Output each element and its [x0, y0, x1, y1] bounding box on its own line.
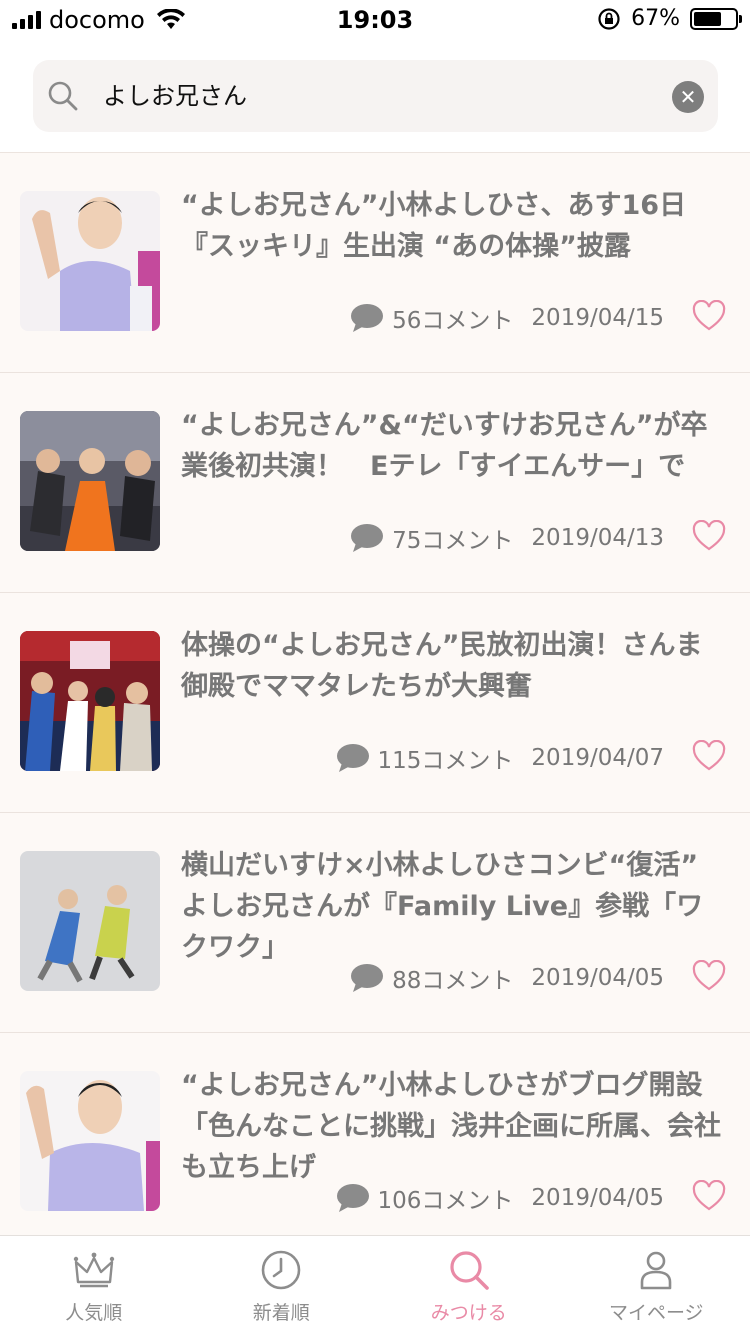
heart-icon[interactable]	[692, 740, 726, 772]
article-title[interactable]: 横山だいすけ×小林よしひさコンビ“復活” よしお兄さんが『Family Live…	[181, 845, 726, 968]
person-icon	[640, 1251, 672, 1290]
article-item[interactable]: “よしお兄さん”小林よしひさがブログ開設「色んなことに挑戦」浅井企画に所属、会社…	[0, 1033, 750, 1235]
article-date: 2019/04/15	[531, 305, 664, 331]
heart-icon[interactable]	[692, 1180, 726, 1212]
tab-label: マイページ	[608, 1302, 704, 1324]
search-icon	[48, 81, 78, 111]
article-date: 2019/04/05	[531, 965, 664, 991]
comment-icon	[351, 304, 384, 332]
article-meta: 115コメント 2019/04/07	[336, 741, 664, 775]
status-bar: docomo 19:03 67%	[0, 0, 750, 40]
tab-label: 新着順	[252, 1302, 310, 1324]
article-item[interactable]: 横山だいすけ×小林よしひさコンビ“復活” よしお兄さんが『Family Live…	[0, 813, 750, 1033]
search-icon	[450, 1251, 489, 1290]
article-item[interactable]: 体操の“よしお兄さん”民放初出演！さんま御殿でママタレたちが大興奮 115コメン…	[0, 593, 750, 813]
article-meta: 75コメント 2019/04/13	[350, 521, 664, 555]
comment-count: 75コメント	[392, 528, 514, 554]
comment-icon	[336, 1184, 369, 1212]
article-title[interactable]: “よしお兄さん”小林よしひさ、あす16日『スッキリ』生出演 “あの体操”披露	[181, 185, 726, 267]
article-thumbnail[interactable]	[20, 411, 160, 551]
comment-icon	[351, 524, 384, 552]
tab-new[interactable]: 新着順	[188, 1236, 376, 1334]
comment-count: 106コメント	[377, 1188, 514, 1214]
search-header: ✕	[0, 40, 750, 153]
article-thumbnail[interactable]	[20, 851, 160, 991]
article-thumbnail[interactable]	[20, 1071, 160, 1211]
status-right: 67%	[597, 6, 742, 31]
tab-label: みつける	[430, 1302, 507, 1324]
comment-count: 88コメント	[392, 968, 514, 994]
comment-icon	[336, 744, 369, 772]
article-thumbnail[interactable]	[20, 631, 160, 771]
article-title[interactable]: “よしお兄さん”小林よしひさがブログ開設「色んなことに挑戦」浅井企画に所属、会社…	[181, 1065, 726, 1188]
article-thumbnail[interactable]	[20, 191, 160, 331]
article-date: 2019/04/13	[531, 525, 664, 551]
tab-popular[interactable]: 人気順	[0, 1236, 188, 1334]
clock-icon	[261, 1250, 301, 1290]
crown-icon	[73, 1252, 114, 1288]
tab-mypage[interactable]: マイページ	[563, 1236, 750, 1334]
comment-icon	[351, 964, 384, 992]
search-input[interactable]	[103, 79, 663, 107]
article-meta: 88コメント 2019/04/05	[350, 961, 664, 995]
tab-label: 人気順	[65, 1302, 123, 1324]
heart-icon[interactable]	[692, 300, 726, 332]
close-icon: ✕	[679, 85, 697, 109]
battery-icon	[690, 7, 742, 30]
article-meta: 106コメント 2019/04/05	[336, 1181, 664, 1215]
article-item[interactable]: “よしお兄さん”&“だいすけお兄さん”が卒業後初共演！ Eテレ「すイエんサー」で…	[0, 373, 750, 593]
article-date: 2019/04/07	[531, 745, 664, 771]
comment-count: 56コメント	[392, 308, 514, 334]
clear-search-button[interactable]: ✕	[672, 81, 704, 113]
comment-count: 115コメント	[377, 748, 514, 774]
bottom-tab-bar: 人気順 新着順 みつける マイページ	[0, 1235, 750, 1334]
rotation-lock-icon	[598, 7, 620, 30]
article-item[interactable]: “よしお兄さん”小林よしひさ、あす16日『スッキリ』生出演 “あの体操”披露 5…	[0, 153, 750, 373]
battery-percent: 67%	[631, 6, 680, 31]
search-box[interactable]: ✕	[33, 60, 718, 132]
article-title[interactable]: “よしお兄さん”&“だいすけお兄さん”が卒業後初共演！ Eテレ「すイエんサー」で	[181, 405, 726, 487]
article-date: 2019/04/05	[531, 1185, 664, 1211]
heart-icon[interactable]	[692, 520, 726, 552]
article-title[interactable]: 体操の“よしお兄さん”民放初出演！さんま御殿でママタレたちが大興奮	[181, 625, 726, 707]
article-meta: 56コメント 2019/04/15	[350, 301, 664, 335]
tab-find[interactable]: みつける	[375, 1236, 563, 1334]
heart-icon[interactable]	[692, 960, 726, 992]
article-list[interactable]: “よしお兄さん”小林よしひさ、あす16日『スッキリ』生出演 “あの体操”披露 5…	[0, 153, 750, 1235]
battery-level	[694, 11, 721, 26]
